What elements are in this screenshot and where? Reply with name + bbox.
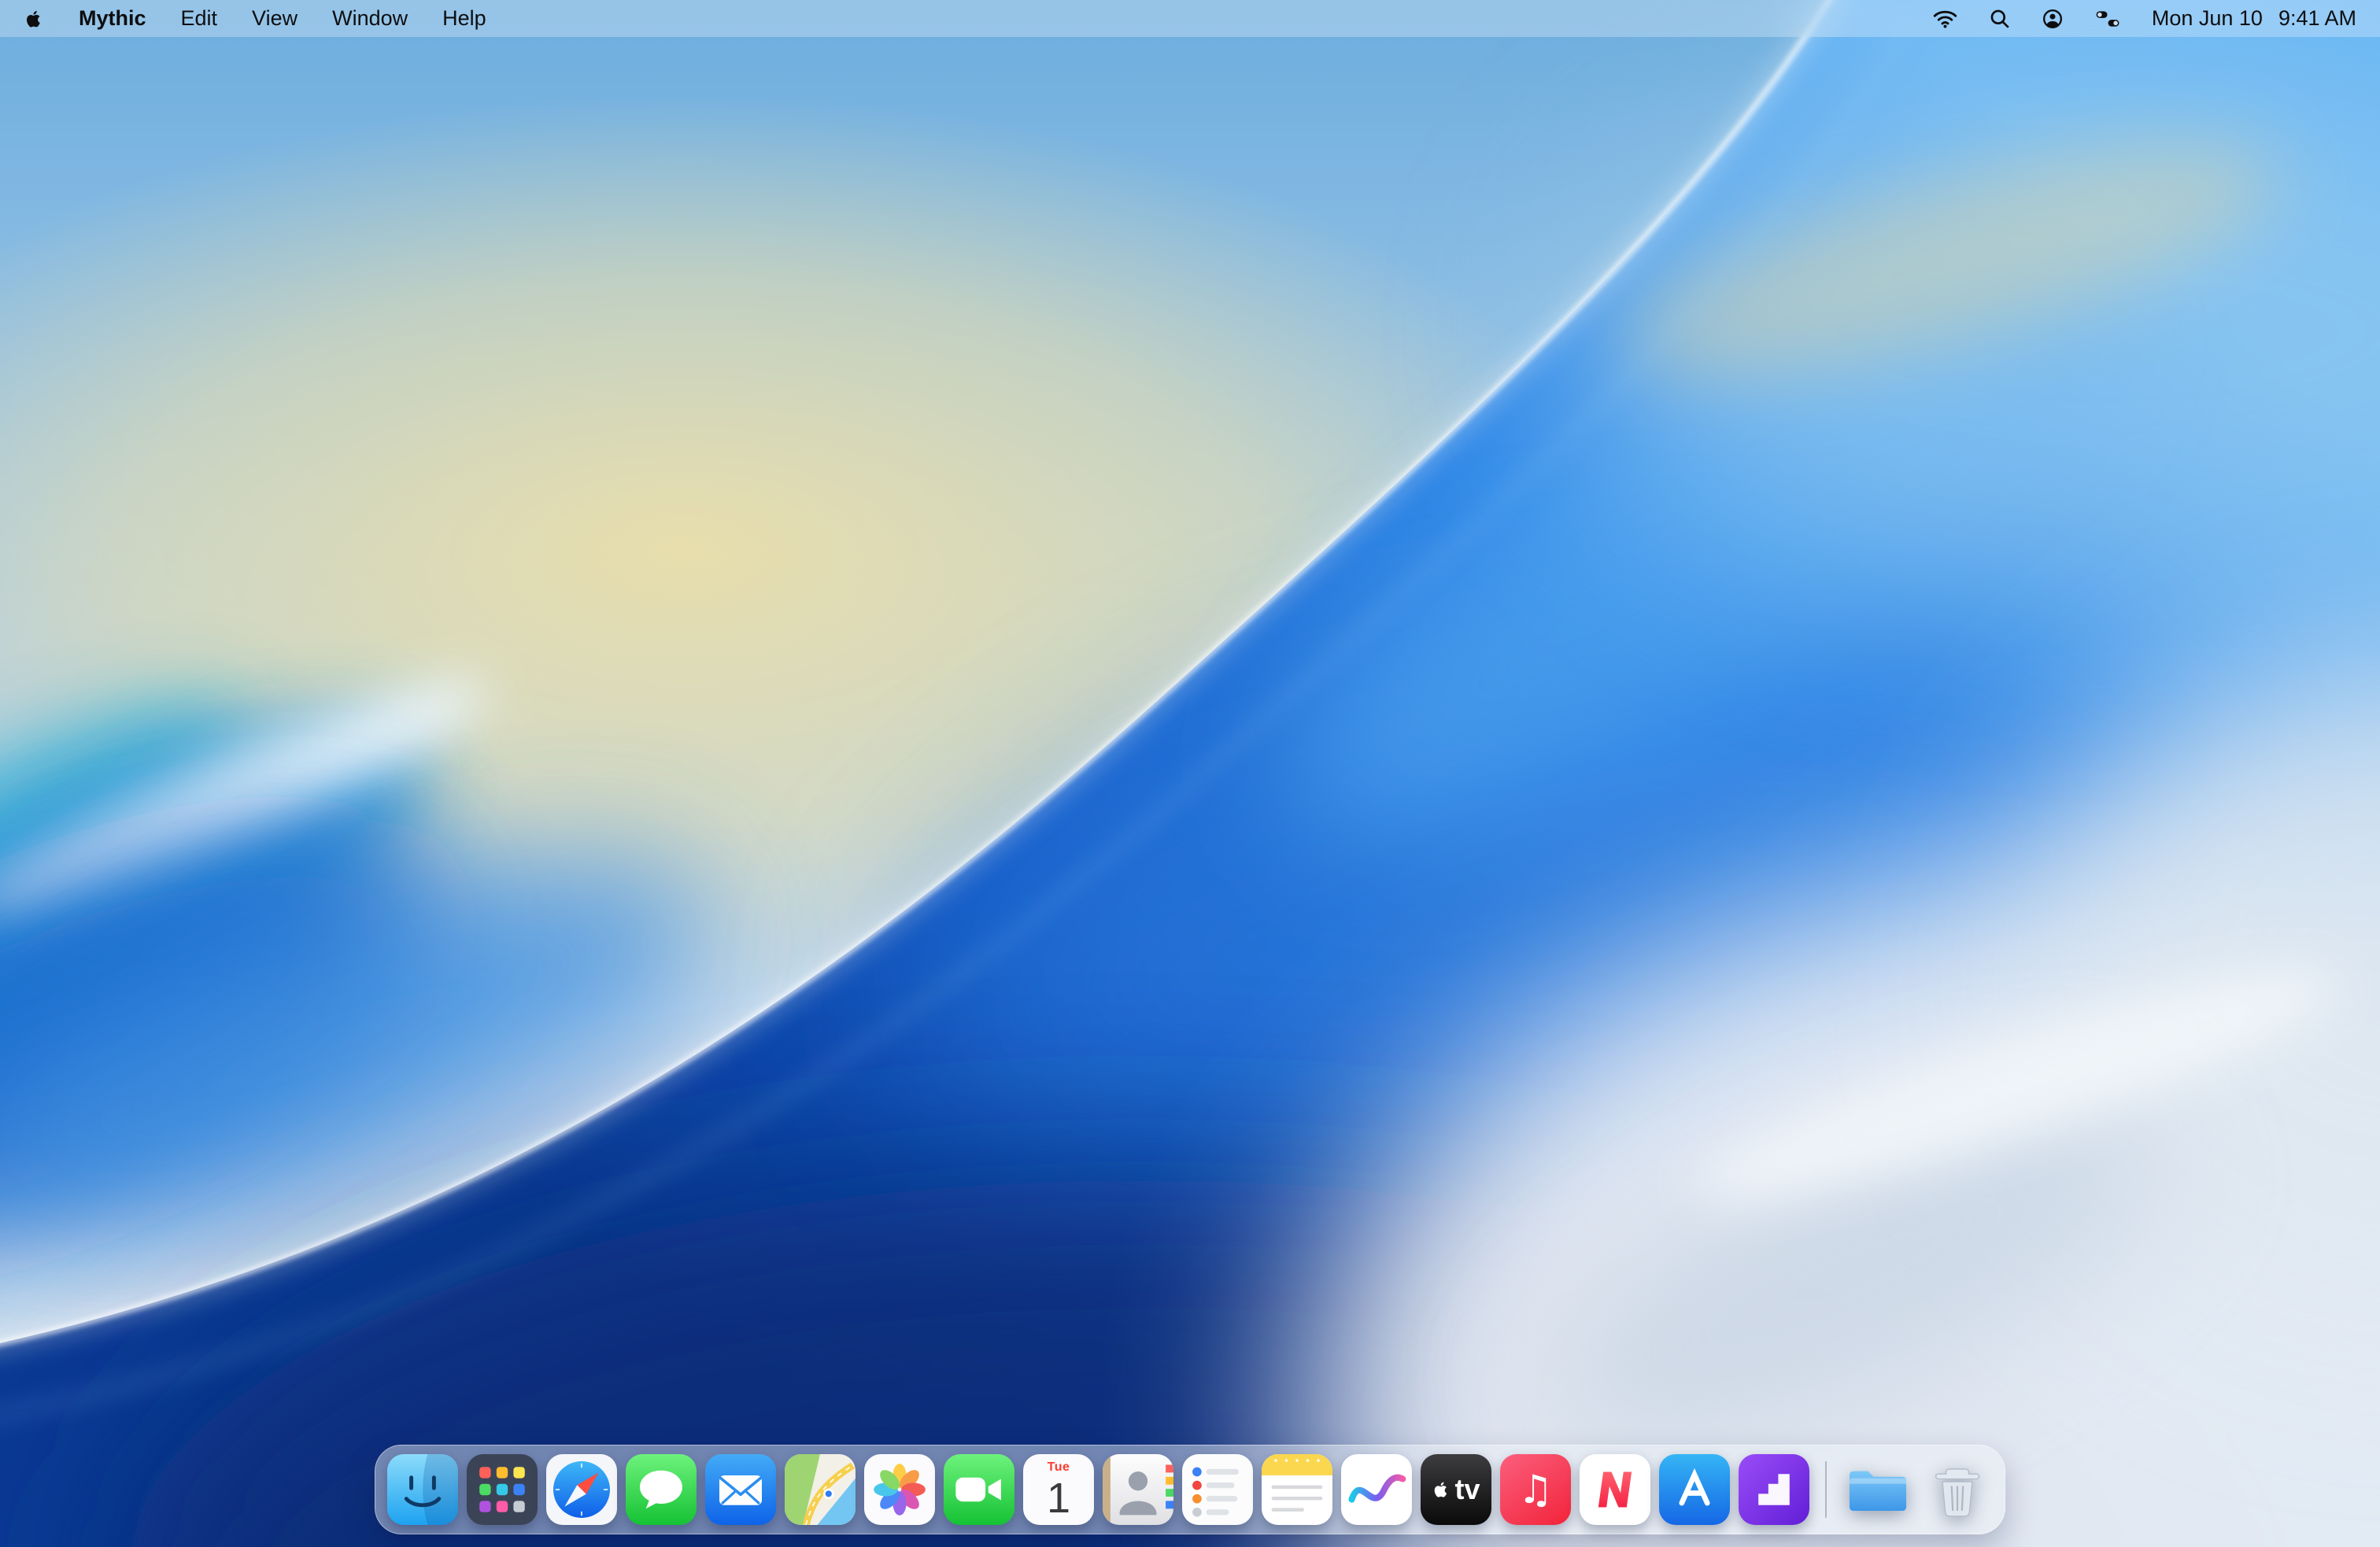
menu-view[interactable]: View bbox=[252, 6, 298, 31]
finder-icon bbox=[387, 1454, 458, 1525]
menu-window[interactable]: Window bbox=[332, 6, 408, 31]
menu-edit[interactable]: Edit bbox=[181, 6, 218, 31]
news-icon bbox=[1580, 1454, 1650, 1525]
app-menu-mythic[interactable]: Mythic bbox=[79, 6, 146, 31]
dock-item-maps[interactable] bbox=[785, 1454, 856, 1525]
messages-icon bbox=[626, 1454, 697, 1525]
dock-item-trash[interactable] bbox=[1922, 1454, 1993, 1525]
dock-item-calendar[interactable]: Tue 1 bbox=[1023, 1454, 1094, 1525]
safari-icon bbox=[546, 1454, 617, 1525]
dock-separator bbox=[1825, 1461, 1827, 1518]
dock-item-downloads-folder[interactable] bbox=[1842, 1454, 1913, 1525]
notes-icon bbox=[1262, 1454, 1332, 1525]
facetime-icon bbox=[944, 1454, 1014, 1525]
dock-item-facetime[interactable] bbox=[944, 1454, 1014, 1525]
music-note-icon: ♫ bbox=[1518, 1470, 1554, 1509]
dock-item-finder[interactable] bbox=[387, 1454, 458, 1525]
desktop-wallpaper bbox=[0, 0, 2380, 1547]
folder-icon bbox=[1842, 1454, 1913, 1525]
dock-item-mythic-app[interactable] bbox=[1739, 1454, 1809, 1525]
menu-clock[interactable]: Mon Jun 10 9:41 AM bbox=[2152, 6, 2356, 31]
dock: Tue 1 bbox=[375, 1445, 2005, 1534]
user-account-icon[interactable] bbox=[2042, 8, 2064, 30]
wifi-icon[interactable] bbox=[1933, 9, 1957, 28]
mail-icon bbox=[705, 1454, 776, 1525]
clock-date: Mon Jun 10 bbox=[2152, 6, 2263, 31]
dock-item-launchpad[interactable] bbox=[467, 1454, 538, 1525]
dock-item-apple-tv[interactable]: tv bbox=[1421, 1454, 1491, 1525]
mythic-app-icon bbox=[1739, 1454, 1809, 1525]
dock-item-photos[interactable] bbox=[864, 1454, 935, 1525]
clock-time: 9:41 AM bbox=[2278, 6, 2356, 31]
menu-bar: Mythic Edit View Window Help bbox=[0, 0, 2380, 37]
photos-icon bbox=[864, 1454, 935, 1525]
calendar-day-label: Tue bbox=[1048, 1461, 1070, 1474]
dock-item-contacts[interactable] bbox=[1103, 1454, 1173, 1525]
dock-item-reminders[interactable] bbox=[1182, 1454, 1253, 1525]
maps-icon bbox=[785, 1454, 856, 1525]
desktop[interactable]: Mythic Edit View Window Help bbox=[0, 0, 2380, 1547]
app-store-icon bbox=[1659, 1454, 1730, 1525]
menu-help[interactable]: Help bbox=[442, 6, 486, 31]
dock-item-news[interactable] bbox=[1580, 1454, 1650, 1525]
control-center-icon[interactable] bbox=[2095, 9, 2120, 28]
apple-logo-icon bbox=[1432, 1480, 1451, 1499]
calendar-day-number: 1 bbox=[1047, 1477, 1070, 1519]
spotlight-search-icon[interactable] bbox=[1989, 8, 2010, 29]
trash-icon bbox=[1922, 1454, 1993, 1525]
dock-item-safari[interactable] bbox=[546, 1454, 617, 1525]
dock-item-messages[interactable] bbox=[626, 1454, 697, 1525]
dock-item-notes[interactable] bbox=[1262, 1454, 1332, 1525]
apple-tv-label: tv bbox=[1454, 1475, 1480, 1504]
dock-item-mail[interactable] bbox=[705, 1454, 776, 1525]
contacts-icon bbox=[1103, 1454, 1173, 1525]
launchpad-icon bbox=[467, 1454, 538, 1525]
freeform-icon bbox=[1341, 1454, 1412, 1525]
apple-menu-icon[interactable] bbox=[24, 9, 44, 29]
dock-item-music[interactable]: ♫ bbox=[1500, 1454, 1571, 1525]
dock-item-app-store[interactable] bbox=[1659, 1454, 1730, 1525]
reminders-icon bbox=[1182, 1454, 1253, 1525]
dock-item-freeform[interactable] bbox=[1341, 1454, 1412, 1525]
